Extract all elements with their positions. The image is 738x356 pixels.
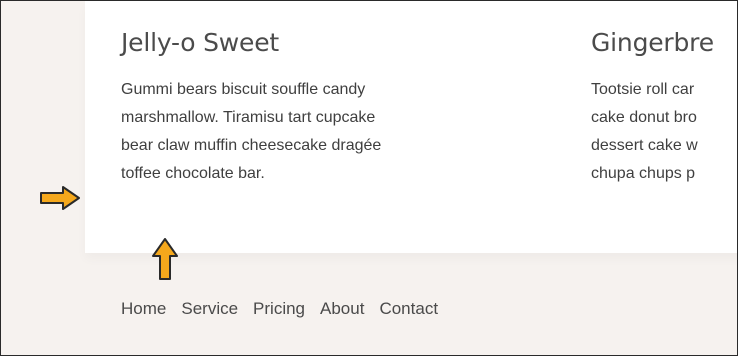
screenshot-frame: Jelly-o Sweet Gummi bears biscuit souffl… <box>0 0 738 356</box>
arrow-right-icon <box>40 186 80 210</box>
nav-link-service[interactable]: Service <box>181 299 238 319</box>
nav-link-about[interactable]: About <box>320 299 364 319</box>
nav-link-contact[interactable]: Contact <box>379 299 438 319</box>
feature-card: Gingerbre Tootsie roll car cake donut br… <box>591 1 737 188</box>
card-text: Tootsie roll car cake donut bro dessert … <box>591 81 698 182</box>
footer-nav: Home Service Pricing About Contact <box>121 299 438 319</box>
feature-card: Jelly-o Sweet Gummi bears biscuit souffl… <box>121 1 541 188</box>
card-text: Gummi bears biscuit souffle candy marshm… <box>121 81 382 182</box>
card-title: Gingerbre <box>591 28 714 57</box>
card-title: Jelly-o Sweet <box>121 28 280 57</box>
arrow-up-icon <box>152 238 178 280</box>
nav-link-home[interactable]: Home <box>121 299 166 319</box>
nav-link-pricing[interactable]: Pricing <box>253 299 305 319</box>
